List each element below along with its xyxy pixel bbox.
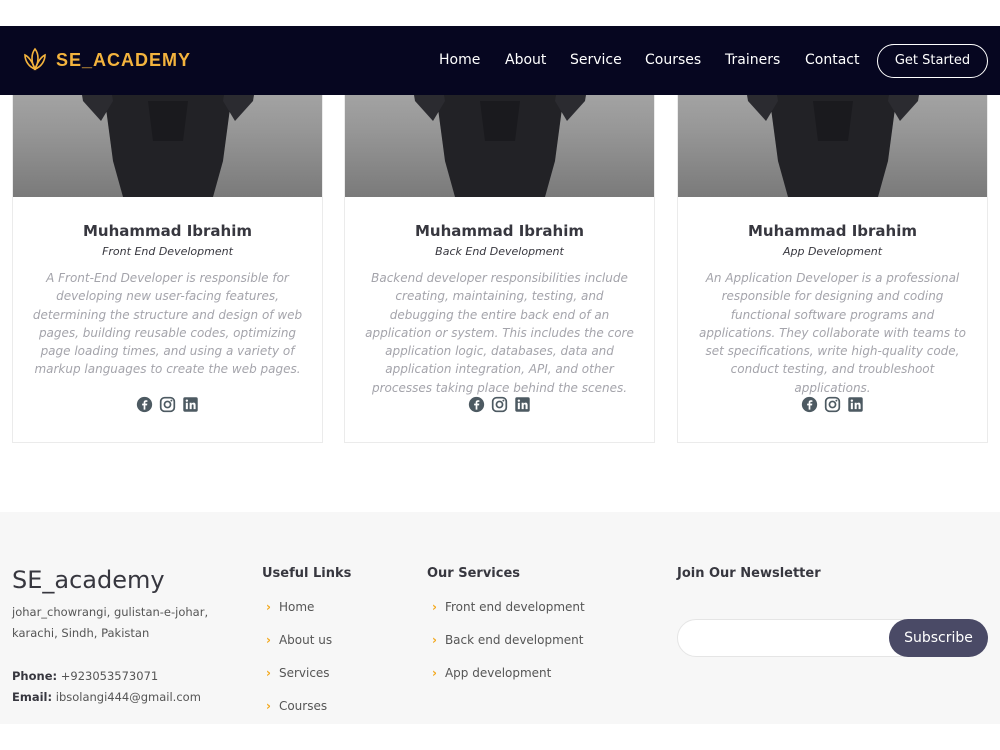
phone-label: Phone: bbox=[12, 669, 58, 683]
trainer-card: Muhammad Ibrahim Front End Development A… bbox=[12, 40, 323, 443]
footer-link-label: Home bbox=[278, 600, 315, 614]
site-footer: SE_academy johar_chowrangi, gulistan-e-j… bbox=[0, 512, 1000, 724]
instagram-icon[interactable] bbox=[824, 396, 841, 413]
footer-link-about[interactable]: › About us bbox=[266, 633, 332, 647]
top-strip bbox=[0, 0, 1000, 26]
footer-link-services[interactable]: › Services bbox=[266, 666, 330, 680]
footer-phone: Phone: +923053573071 bbox=[12, 669, 158, 683]
bottom-strip bbox=[0, 724, 1000, 750]
footer-link-label: Services bbox=[278, 666, 330, 680]
site-header: SE_ACADEMY Home About Service Courses Tr… bbox=[0, 26, 1000, 95]
newsletter-email-input[interactable] bbox=[677, 619, 917, 657]
social-links bbox=[345, 396, 654, 413]
footer-link-label: About us bbox=[278, 633, 333, 647]
footer-service-app[interactable]: › App development bbox=[432, 666, 551, 680]
trainer-description: A Front-End Developer is responsible for… bbox=[32, 271, 303, 377]
linkedin-icon[interactable] bbox=[182, 396, 199, 413]
trainer-description: Backend developer responsibilities inclu… bbox=[365, 271, 634, 395]
footer-brand: SE_academy bbox=[12, 566, 165, 594]
footer-link-label: Back end development bbox=[444, 633, 584, 647]
chevron-right-icon: › bbox=[266, 666, 271, 680]
chevron-right-icon: › bbox=[432, 600, 437, 614]
logo-text: SE_ACADEMY bbox=[56, 49, 192, 70]
phone-value: +923053573071 bbox=[60, 669, 159, 683]
useful-links-title: Useful Links bbox=[262, 566, 352, 581]
footer-address: johar_chowrangi, gulistan-e-johar, karac… bbox=[12, 605, 209, 640]
our-services-title: Our Services bbox=[427, 566, 521, 581]
trainer-name: Muhammad Ibrahim bbox=[82, 222, 253, 240]
instagram-icon[interactable] bbox=[159, 396, 176, 413]
footer-link-label: Courses bbox=[278, 699, 328, 713]
chevron-right-icon: › bbox=[432, 633, 437, 647]
nav-trainers[interactable]: Trainers bbox=[725, 52, 780, 68]
social-links bbox=[678, 396, 987, 413]
chevron-right-icon: › bbox=[266, 699, 271, 713]
instagram-icon[interactable] bbox=[491, 396, 508, 413]
newsletter-title: Join Our Newsletter bbox=[677, 566, 821, 581]
footer-service-backend[interactable]: › Back end development bbox=[432, 633, 583, 647]
footer-link-courses[interactable]: › Courses bbox=[266, 699, 327, 713]
chevron-right-icon: › bbox=[266, 633, 271, 647]
footer-link-label: App development bbox=[444, 666, 552, 680]
trainer-card: Muhammad Ibrahim Back End Development Ba… bbox=[344, 40, 655, 443]
trainer-role: App Development bbox=[782, 245, 883, 258]
trainer-name: Muhammad Ibrahim bbox=[414, 222, 585, 240]
facebook-icon[interactable] bbox=[801, 396, 818, 413]
facebook-icon[interactable] bbox=[136, 396, 153, 413]
footer-email: Email: ibsolangi444@gmail.com bbox=[12, 690, 201, 704]
trainer-role: Back End Development bbox=[435, 245, 564, 258]
facebook-icon[interactable] bbox=[468, 396, 485, 413]
nav-home[interactable]: Home bbox=[439, 52, 480, 68]
footer-link-label: Front end development bbox=[444, 600, 585, 614]
trainer-description: An Application Developer is a profession… bbox=[699, 271, 966, 395]
footer-link-home[interactable]: › Home bbox=[266, 600, 314, 614]
chevron-right-icon: › bbox=[266, 600, 271, 614]
social-links bbox=[13, 396, 322, 413]
logo[interactable]: SE_ACADEMY bbox=[20, 45, 191, 75]
nav-contact[interactable]: Contact bbox=[805, 52, 859, 68]
nav-about[interactable]: About bbox=[505, 52, 546, 68]
footer-service-frontend[interactable]: › Front end development bbox=[432, 600, 585, 614]
email-value: ibsolangi444@gmail.com bbox=[55, 690, 201, 704]
chevron-right-icon: › bbox=[432, 666, 437, 680]
linkedin-icon[interactable] bbox=[847, 396, 864, 413]
trainer-name: Muhammad Ibrahim bbox=[747, 222, 918, 240]
lotus-logo-icon bbox=[24, 47, 46, 71]
trainer-role: Front End Development bbox=[102, 245, 233, 258]
nav-service[interactable]: Service bbox=[570, 52, 622, 68]
linkedin-icon[interactable] bbox=[514, 396, 531, 413]
get-started-button[interactable]: Get Started bbox=[877, 44, 988, 78]
subscribe-button[interactable]: Subscribe bbox=[889, 619, 988, 657]
trainer-card: Muhammad Ibrahim App Development An Appl… bbox=[677, 40, 988, 443]
email-label: Email: bbox=[12, 690, 53, 704]
nav-courses[interactable]: Courses bbox=[645, 52, 701, 68]
